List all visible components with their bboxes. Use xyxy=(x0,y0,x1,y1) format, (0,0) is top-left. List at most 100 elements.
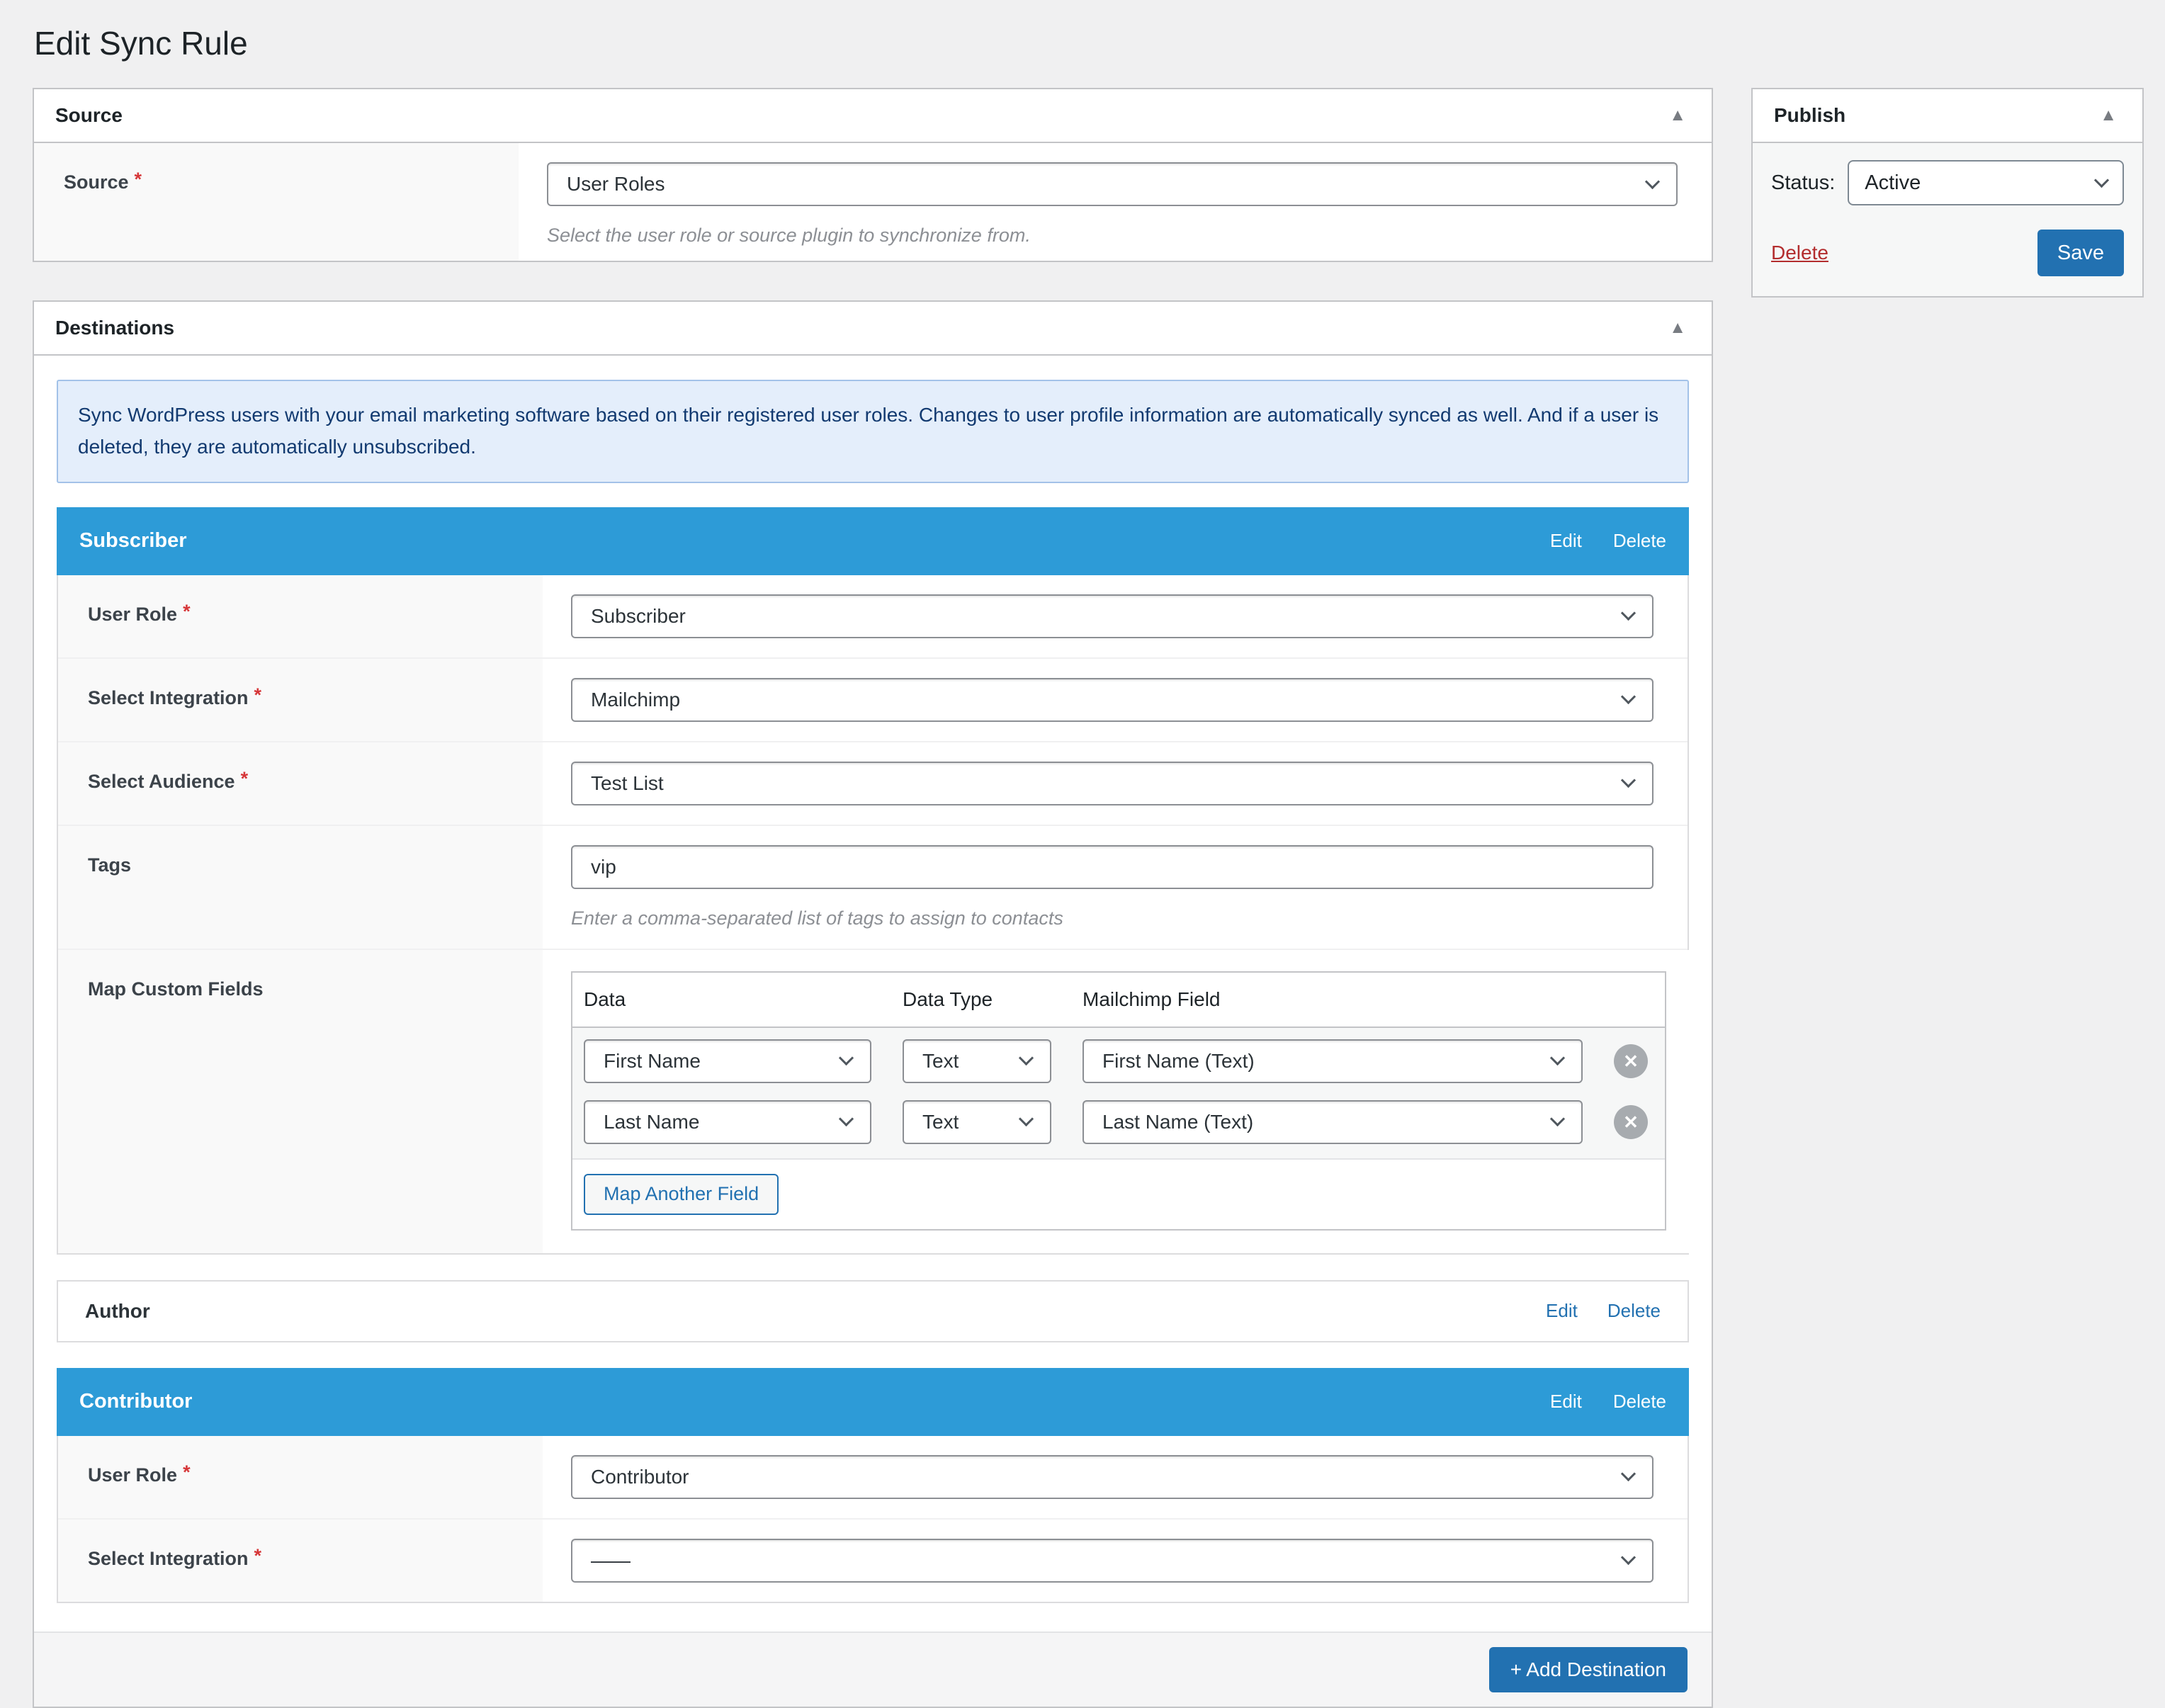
data-type-select[interactable]: Text xyxy=(903,1039,1051,1083)
destinations-info-notice: Sync WordPress users with your email mar… xyxy=(57,380,1689,483)
destination-name: Author xyxy=(85,1300,150,1323)
map-another-field-button[interactable]: Map Another Field xyxy=(584,1174,779,1215)
audience-select[interactable]: Test List xyxy=(571,762,1654,805)
user-role-row: User Role* Contributor xyxy=(58,1436,1688,1518)
chevron-down-icon xyxy=(1550,1112,1565,1126)
x-icon: ✕ xyxy=(1623,1052,1639,1070)
integration-label: Select Integration* xyxy=(58,1520,543,1602)
destination-name: Contributor xyxy=(79,1390,192,1413)
integration-row: Select Integration* Mailchimp xyxy=(58,657,1688,741)
map-custom-fields-label: Map Custom Fields xyxy=(58,950,543,1253)
data-select[interactable]: First Name xyxy=(584,1039,871,1083)
mailchimp-field-select[interactable]: Last Name (Text) xyxy=(1082,1100,1583,1144)
save-button[interactable]: Save xyxy=(2037,230,2124,276)
subscriber-delete-link[interactable]: Delete xyxy=(1613,530,1666,552)
chevron-down-icon xyxy=(1550,1051,1565,1065)
publish-panel: Publish ▲ Status: Active Delete Save xyxy=(1751,88,2144,298)
subscriber-header-bar: Subscriber Edit Delete xyxy=(57,507,1689,575)
map-fields-table-body: First Name Text xyxy=(572,1028,1665,1158)
integration-select[interactable]: —— xyxy=(571,1539,1654,1583)
chevron-down-icon xyxy=(1645,174,1660,188)
data-type-select[interactable]: Text xyxy=(903,1100,1051,1144)
integration-row: Select Integration* —— xyxy=(58,1518,1688,1602)
tags-label: Tags xyxy=(58,826,543,949)
collapse-toggle-icon[interactable]: ▲ xyxy=(2096,103,2121,128)
mailchimp-field-select[interactable]: First Name (Text) xyxy=(1082,1039,1583,1083)
chevron-down-icon xyxy=(1621,606,1636,621)
x-icon: ✕ xyxy=(1623,1113,1639,1131)
column-header-data: Data xyxy=(584,988,903,1011)
destination-name: Subscriber xyxy=(79,529,187,553)
delete-rule-link[interactable]: Delete xyxy=(1771,242,1828,264)
collapse-toggle-icon[interactable]: ▲ xyxy=(1665,315,1690,341)
destinations-panel: Destinations ▲ Sync WordPress users with… xyxy=(33,300,1713,1708)
map-field-row: First Name Text xyxy=(584,1039,1648,1083)
user-role-row: User Role* Subscriber xyxy=(58,575,1688,657)
chevron-down-icon xyxy=(839,1112,854,1126)
collapse-toggle-icon[interactable]: ▲ xyxy=(1665,103,1690,128)
chevron-down-icon xyxy=(1019,1051,1034,1065)
author-edit-link[interactable]: Edit xyxy=(1546,1300,1578,1322)
column-header-mailchimp-field: Mailchimp Field xyxy=(1082,988,1665,1011)
main-column: Source ▲ Source* User Roles Select the u… xyxy=(33,88,1713,1708)
status-row: Status: Active xyxy=(1771,160,2124,205)
audience-label: Select Audience* xyxy=(58,742,543,825)
source-help-text: Select the user role or source plugin to… xyxy=(547,225,1678,247)
chevron-down-icon xyxy=(839,1051,854,1065)
publish-panel-title: Publish xyxy=(1774,104,1845,127)
integration-label: Select Integration* xyxy=(58,659,543,741)
side-column: Publish ▲ Status: Active Delete Save xyxy=(1751,88,2144,298)
user-role-select[interactable]: Subscriber xyxy=(571,594,1654,638)
contributor-delete-link[interactable]: Delete xyxy=(1613,1391,1666,1413)
status-label: Status: xyxy=(1771,171,1835,195)
map-fields-table: Data Data Type Mailchimp Field First Nam… xyxy=(571,971,1666,1231)
destinations-body: Sync WordPress users with your email mar… xyxy=(34,356,1712,1603)
required-asterisk: * xyxy=(241,768,249,789)
required-asterisk: * xyxy=(135,169,142,190)
source-panel-header: Source ▲ xyxy=(34,89,1712,143)
tags-help-text: Enter a comma-separated list of tags to … xyxy=(571,907,1654,929)
integration-select[interactable]: Mailchimp xyxy=(571,678,1654,722)
source-select[interactable]: User Roles xyxy=(547,162,1678,206)
destination-section-subscriber: Subscriber Edit Delete User Role* xyxy=(57,507,1689,1255)
destinations-panel-header: Destinations ▲ xyxy=(34,302,1712,356)
tags-input[interactable] xyxy=(571,845,1654,889)
required-asterisk: * xyxy=(183,1461,191,1483)
subscriber-edit-link[interactable]: Edit xyxy=(1550,530,1582,552)
publish-body: Status: Active Delete Save xyxy=(1753,143,2142,296)
chevron-down-icon xyxy=(1621,1466,1636,1481)
audience-row: Select Audience* Test List xyxy=(58,741,1688,825)
remove-mapping-button[interactable]: ✕ xyxy=(1614,1105,1648,1139)
data-select[interactable]: Last Name xyxy=(584,1100,871,1144)
destination-section-contributor: Contributor Edit Delete User Role* xyxy=(57,1368,1689,1603)
user-role-label: User Role* xyxy=(58,1436,543,1518)
chevron-down-icon xyxy=(1019,1112,1034,1126)
column-header-data-type: Data Type xyxy=(903,988,1082,1011)
map-field-row: Last Name Text xyxy=(584,1100,1648,1144)
chevron-down-icon xyxy=(2094,172,2109,187)
required-asterisk: * xyxy=(183,601,191,622)
destinations-panel-title: Destinations xyxy=(55,317,174,339)
page-wrap: Edit Sync Rule Source ▲ Source* User Rol… xyxy=(0,0,2165,1708)
add-destination-button[interactable]: + Add Destination xyxy=(1489,1647,1688,1692)
remove-mapping-button[interactable]: ✕ xyxy=(1614,1044,1648,1078)
destinations-footer: + Add Destination xyxy=(34,1631,1712,1707)
map-fields-table-header: Data Data Type Mailchimp Field xyxy=(572,973,1665,1028)
user-role-select[interactable]: Contributor xyxy=(571,1455,1654,1499)
status-select[interactable]: Active xyxy=(1848,160,2124,205)
page-title: Edit Sync Rule xyxy=(34,24,2144,62)
publish-panel-header: Publish ▲ xyxy=(1753,89,2142,143)
source-panel: Source ▲ Source* User Roles Select the u… xyxy=(33,88,1713,262)
map-fields-table-footer: Map Another Field xyxy=(572,1158,1665,1229)
tags-row: Tags Enter a comma-separated list of tag… xyxy=(58,825,1688,949)
contributor-edit-link[interactable]: Edit xyxy=(1550,1391,1582,1413)
required-asterisk: * xyxy=(254,684,262,706)
source-field-label: Source* xyxy=(34,143,519,261)
destination-section-author: Author Edit Delete xyxy=(57,1280,1689,1342)
author-delete-link[interactable]: Delete xyxy=(1607,1300,1661,1322)
chevron-down-icon xyxy=(1621,1550,1636,1565)
chevron-down-icon xyxy=(1621,689,1636,704)
contributor-header-bar: Contributor Edit Delete xyxy=(57,1368,1689,1436)
source-field-content: User Roles Select the user role or sourc… xyxy=(519,143,1712,261)
source-panel-title: Source xyxy=(55,104,123,127)
